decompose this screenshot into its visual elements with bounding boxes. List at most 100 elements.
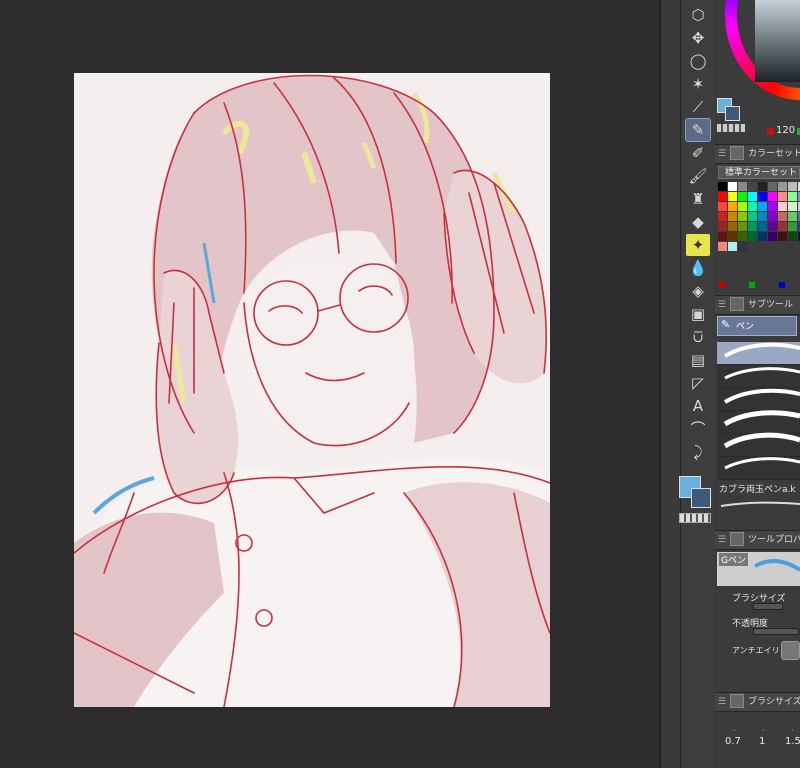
color-swatch[interactable] xyxy=(788,192,797,201)
color-swatch[interactable] xyxy=(748,232,757,241)
artboard[interactable] xyxy=(74,73,550,707)
color-swatch[interactable] xyxy=(788,202,797,211)
blend-tool-icon[interactable]: 💧 xyxy=(686,257,710,279)
color-swatch[interactable] xyxy=(728,232,737,241)
color-swatch[interactable] xyxy=(738,242,747,251)
color-swatch[interactable] xyxy=(758,232,767,241)
eyedropper-icon[interactable]: ⟋ xyxy=(686,96,710,118)
color-set-dropdown[interactable]: 標準カラーセット xyxy=(718,166,800,179)
brush-size-slider[interactable] xyxy=(753,603,783,610)
color-swatch[interactable] xyxy=(768,202,777,211)
ruler-tool-icon[interactable]: ◸ xyxy=(686,372,710,394)
color-swatch[interactable] xyxy=(778,222,787,231)
color-swatch[interactable] xyxy=(738,202,747,211)
swatch-red-mark xyxy=(719,282,725,288)
pen-tool-icon[interactable]: ✎ xyxy=(685,118,711,142)
object-select-icon[interactable]: ⬡ xyxy=(686,4,710,26)
color-swatch[interactable] xyxy=(788,182,797,191)
brush-label[interactable]: カブラ両玉ペンa.k xyxy=(719,482,796,495)
color-swatch[interactable] xyxy=(748,222,757,231)
move-icon[interactable]: ✥ xyxy=(686,27,710,49)
gradient-tool-icon[interactable]: ▣ xyxy=(686,303,710,325)
color-swatch[interactable] xyxy=(738,222,747,231)
fill-tool-icon[interactable]: ◈ xyxy=(686,280,710,302)
eraser-tool-icon[interactable]: ◆ xyxy=(686,211,710,233)
right-panel: 120 ☰ カラーセット 標準カラーセット ☰ サブツール ペン ✎ カブラ両玉ペン… xyxy=(715,0,800,768)
color-swatch[interactable] xyxy=(768,182,777,191)
lasso-icon[interactable]: ◯ xyxy=(686,50,710,72)
color-swatch[interactable] xyxy=(778,202,787,211)
text-tool-icon[interactable]: A xyxy=(686,395,710,417)
color-swatch[interactable] xyxy=(758,202,767,211)
color-swatch[interactable] xyxy=(738,192,747,201)
color-swatch[interactable] xyxy=(718,232,727,241)
decoration-tool-icon[interactable]: ✦ xyxy=(686,234,710,256)
color-set-header[interactable]: ☰ カラーセット xyxy=(715,144,800,164)
opacity-slider[interactable] xyxy=(753,628,799,635)
color-swatch[interactable] xyxy=(768,232,777,241)
color-swatch[interactable] xyxy=(728,182,737,191)
tool-property-icon xyxy=(730,531,744,546)
grip-icon: ☰ xyxy=(718,697,727,707)
wheel-sub-color[interactable] xyxy=(725,106,740,121)
figure-tool-icon[interactable]: ⩂ xyxy=(686,326,710,348)
color-swatch[interactable] xyxy=(758,182,767,191)
color-swatch[interactable] xyxy=(758,212,767,221)
color-swatch-grid[interactable] xyxy=(718,182,800,251)
sub-color-swatch[interactable] xyxy=(691,488,711,508)
sub-tool-icon xyxy=(730,296,744,311)
color-swatch[interactable] xyxy=(748,182,757,191)
color-swatch[interactable] xyxy=(728,192,737,201)
pencil-tool-icon[interactable]: ✐ xyxy=(686,142,710,164)
color-swatch[interactable] xyxy=(758,222,767,231)
color-swatch[interactable] xyxy=(718,202,727,211)
color-swatch[interactable] xyxy=(778,212,787,221)
color-swatch[interactable] xyxy=(728,202,737,211)
hsv-mode-icon[interactable] xyxy=(717,124,745,132)
color-swatch[interactable] xyxy=(738,232,747,241)
magic-wand-icon[interactable]: ✶ xyxy=(686,73,710,95)
grip-icon: ☰ xyxy=(718,300,727,310)
color-swatch[interactable] xyxy=(748,192,757,201)
brush-size-option[interactable]: 0.7 xyxy=(725,736,741,747)
color-swatch[interactable] xyxy=(718,192,727,201)
color-swatch[interactable] xyxy=(768,192,777,201)
correct-line-tool-icon[interactable]: ⤸ xyxy=(686,441,710,463)
color-swatch[interactable] xyxy=(748,202,757,211)
sub-tool-title: サブツール xyxy=(748,300,794,310)
airbrush-tool-icon[interactable]: ♜ xyxy=(686,188,710,210)
color-swatch[interactable] xyxy=(768,212,777,221)
color-swatch[interactable] xyxy=(778,192,787,201)
brush-size-option[interactable]: 1.5 xyxy=(785,736,800,747)
color-swatch[interactable] xyxy=(788,222,797,231)
color-swatch[interactable] xyxy=(718,222,727,231)
color-swatch[interactable] xyxy=(788,212,797,221)
color-swatch[interactable] xyxy=(728,222,737,231)
color-swatch[interactable] xyxy=(768,222,777,231)
color-swatch[interactable] xyxy=(718,212,727,221)
brush-size-header[interactable]: ☰ ブラシサイズ xyxy=(715,692,800,712)
color-swatch[interactable] xyxy=(718,182,727,191)
color-square[interactable] xyxy=(755,0,800,82)
color-swatch[interactable] xyxy=(718,242,727,251)
brush-tool-icon[interactable]: 🖌 xyxy=(686,165,710,187)
brush-size-option[interactable]: 1 xyxy=(759,736,765,747)
color-swatch[interactable] xyxy=(728,212,737,221)
frame-tool-icon[interactable]: ▤ xyxy=(686,349,710,371)
brush-size-icon xyxy=(730,693,744,708)
color-swatch[interactable] xyxy=(738,182,747,191)
canvas-workspace[interactable] xyxy=(0,0,660,768)
tool-property-header[interactable]: ☰ ツールプロパティ xyxy=(715,530,800,550)
balloon-tool-icon[interactable]: ⌒ xyxy=(686,418,710,440)
color-swatch[interactable] xyxy=(738,212,747,221)
color-swatch[interactable] xyxy=(748,212,757,221)
color-swatch[interactable] xyxy=(728,242,737,251)
transparent-color-toggle[interactable] xyxy=(679,513,711,523)
color-swatch[interactable] xyxy=(788,232,797,241)
sub-tool-header[interactable]: ☰ サブツール xyxy=(715,295,800,315)
antialias-toggle[interactable] xyxy=(781,641,800,660)
color-swatch[interactable] xyxy=(778,232,787,241)
color-swatch[interactable] xyxy=(758,192,767,201)
size-dot: · xyxy=(762,726,765,735)
color-swatch[interactable] xyxy=(778,182,787,191)
